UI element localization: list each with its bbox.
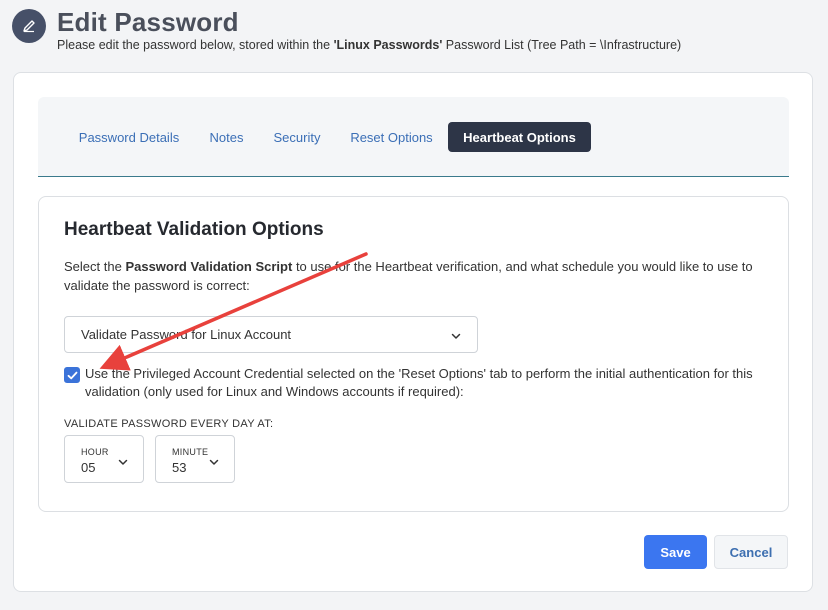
heartbeat-panel: Heartbeat Validation Options Select the … [38, 196, 789, 512]
subtitle-suffix: Password List (Tree Path = \Infrastructu… [442, 38, 682, 52]
checkmark-icon [67, 371, 77, 379]
cancel-button[interactable]: Cancel [714, 535, 788, 569]
page-title: Edit Password [57, 7, 239, 37]
hour-select[interactable]: HOUR 05 [64, 435, 144, 483]
hour-caption: HOUR [81, 447, 109, 457]
desc-prefix: Select the [64, 259, 126, 274]
use-privileged-checkbox[interactable] [64, 367, 80, 383]
tab-security[interactable]: Security [272, 122, 322, 152]
chevron-down-icon [451, 329, 461, 344]
tab-reset-options[interactable]: Reset Options [349, 122, 434, 152]
save-button[interactable]: Save [644, 535, 707, 569]
minute-select[interactable]: MINUTE 53 [155, 435, 235, 483]
minute-caption: MINUTE [172, 447, 209, 457]
use-privileged-label: Use the Privileged Account Credential se… [85, 366, 753, 399]
chevron-down-icon [209, 454, 219, 472]
edit-password-card: Password Details Notes Security Reset Op… [13, 72, 813, 592]
tab-password-details[interactable]: Password Details [77, 122, 181, 152]
tab-bar: Password Details Notes Security Reset Op… [38, 97, 789, 177]
validation-script-value: Validate Password for Linux Account [81, 327, 292, 342]
schedule-label: VALIDATE PASSWORD EVERY DAY AT: [64, 418, 274, 430]
subtitle-prefix: Please edit the password below, stored w… [57, 38, 334, 52]
tab-notes[interactable]: Notes [208, 122, 245, 152]
section-title: Heartbeat Validation Options [64, 219, 324, 240]
tab-heartbeat-options[interactable]: Heartbeat Options [448, 122, 591, 152]
password-list-name: 'Linux Passwords' [333, 38, 443, 52]
chevron-down-icon [118, 454, 128, 472]
hour-value: 05 [81, 460, 96, 475]
page-subtitle: Please edit the password below, stored w… [57, 38, 681, 52]
heartbeat-description: Select the Password Validation Script to… [64, 257, 764, 295]
edit-password-page: Edit Password Please edit the password b… [0, 0, 828, 610]
desc-bold: Password Validation Script [125, 259, 293, 274]
validation-script-select[interactable]: Validate Password for Linux Account [64, 316, 478, 353]
pencil-icon [12, 9, 46, 43]
minute-value: 53 [172, 460, 187, 475]
